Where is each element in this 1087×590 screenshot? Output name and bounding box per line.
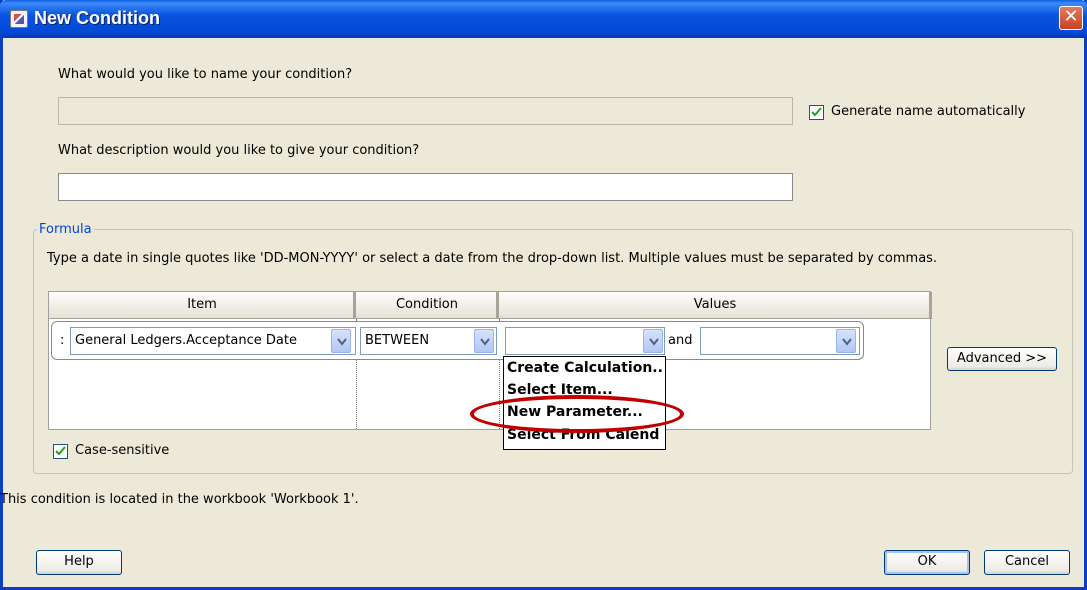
workbook-location-text: This condition is located in the workboo… (0, 492, 359, 507)
item-combo[interactable]: General Ledgers.Acceptance Date (70, 327, 356, 355)
value-from-dropdown-button[interactable] (643, 329, 663, 353)
column-header-item[interactable]: Item (49, 292, 356, 319)
auto-name-label: Generate name automatically (831, 104, 1026, 119)
ok-button[interactable]: OK (884, 550, 970, 575)
chevron-down-icon (649, 338, 659, 346)
value-from-combo[interactable] (505, 327, 665, 355)
dialog-title: New Condition (34, 8, 160, 28)
case-sensitive-checkbox[interactable] (53, 444, 68, 459)
advanced-button[interactable]: Advanced >> (947, 347, 1057, 371)
auto-name-checkbox[interactable] (809, 105, 824, 120)
condition-dropdown-button[interactable] (474, 329, 494, 353)
chevron-down-icon (337, 338, 347, 346)
value-to-dropdown-button[interactable] (836, 329, 856, 353)
close-icon[interactable]: ✕ (1059, 6, 1083, 30)
formula-legend: Formula (37, 222, 94, 237)
row-prefix: : (60, 333, 65, 348)
name-prompt: What would you like to name your conditi… (58, 67, 353, 82)
condition-name-field[interactable] (58, 97, 793, 125)
checkmark-icon (55, 446, 66, 456)
description-field[interactable] (58, 173, 793, 201)
chevron-down-icon (480, 338, 490, 346)
formula-hint: Type a date in single quotes like 'DD-MO… (47, 251, 938, 266)
case-sensitive-label: Case-sensitive (75, 443, 170, 458)
chevron-down-icon (842, 338, 852, 346)
description-prompt: What description would you like to give … (58, 143, 420, 158)
column-header-condition[interactable]: Condition (356, 292, 499, 319)
java-cup-icon (10, 10, 28, 28)
item-dropdown-button[interactable] (331, 329, 351, 353)
highlight-ring (470, 395, 684, 433)
menu-item-create-calculation[interactable]: Create Calculation.. (507, 360, 663, 376)
cancel-button[interactable]: Cancel (984, 550, 1070, 575)
title-bar[interactable]: New Condition ✕ (0, 0, 1087, 38)
help-button[interactable]: Help (36, 550, 122, 575)
checkmark-icon (811, 107, 822, 117)
column-header-values[interactable]: Values (499, 292, 932, 319)
between-and-label: and (668, 333, 693, 348)
